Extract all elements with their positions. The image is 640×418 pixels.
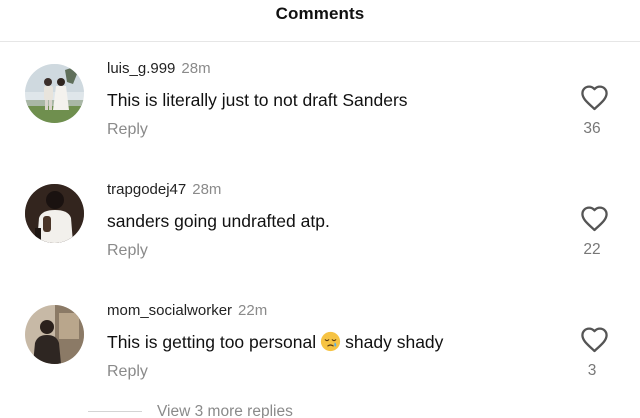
comment-item: trapgodej47 28m sanders going undrafted a…	[0, 163, 640, 281]
sleepy-face-emoji-icon	[321, 331, 341, 352]
comment-time: 28m	[181, 60, 211, 77]
view-more-replies-button[interactable]: View 3 more replies	[157, 402, 293, 418]
username[interactable]: luis_g.999	[107, 60, 175, 77]
avatar[interactable]	[25, 184, 84, 243]
reply-button[interactable]: Reply	[107, 241, 148, 261]
username[interactable]: trapgodej47	[107, 181, 186, 198]
username[interactable]: mom_socialworker	[107, 302, 232, 319]
comment-item: mom_socialworker 22m This is getting too …	[0, 284, 640, 402]
comment-text: This is literally just to not draft Sand…	[107, 90, 408, 110]
comment-meta: trapgodej47 28m	[107, 181, 221, 199]
like-count: 3	[587, 362, 597, 379]
comment-time: 28m	[192, 181, 222, 198]
comments-header: Comments	[0, 0, 640, 42]
heart-outline-icon[interactable]	[580, 84, 609, 111]
comment-meta: luis_g.999 28m	[107, 60, 211, 78]
heart-outline-icon[interactable]	[580, 326, 609, 353]
comment-text-after: shady shady	[345, 332, 444, 352]
avatar[interactable]	[25, 64, 84, 123]
header-title: Comments	[275, 4, 365, 23]
comment-item: luis_g.999 28m This is literally just to …	[0, 42, 640, 160]
replies-divider-line	[88, 411, 142, 412]
avatar[interactable]	[25, 305, 84, 364]
comment-text-before: This is getting too personal	[107, 332, 317, 352]
comment-text: sanders going undrafted atp.	[107, 211, 330, 231]
comment-text: This is getting too personal shady shady	[107, 331, 443, 353]
reply-button[interactable]: Reply	[107, 120, 148, 140]
like-count: 36	[583, 120, 601, 137]
reply-button[interactable]: Reply	[107, 362, 148, 382]
comment-time: 22m	[238, 302, 268, 319]
like-count: 22	[583, 241, 601, 258]
heart-outline-icon[interactable]	[580, 205, 609, 232]
comment-meta: mom_socialworker 22m	[107, 302, 267, 320]
